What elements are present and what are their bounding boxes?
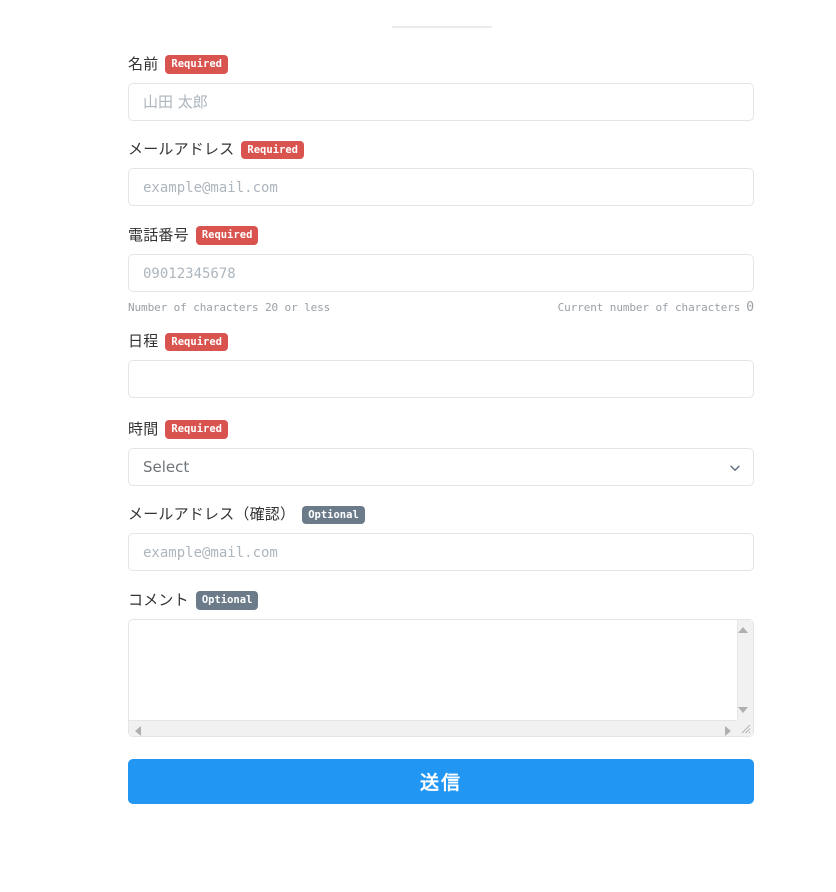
tel-max-length-hint: Number of characters 20 or less xyxy=(128,300,331,314)
field-schedule: 日程 Required xyxy=(128,332,754,398)
field-email: メールアドレス Required xyxy=(128,140,754,206)
email-confirm-input[interactable] xyxy=(128,533,754,571)
time-select[interactable]: Select xyxy=(128,447,754,486)
tel-counter: Current number of characters 0 xyxy=(558,300,754,315)
label-row-email-confirm: メールアドレス（確認） Optional xyxy=(128,505,754,524)
field-label-email: メールアドレス xyxy=(128,140,235,159)
required-badge-schedule: Required xyxy=(165,332,228,351)
contact-form: 名前 Required メールアドレス Required 電話番号 Requir… xyxy=(128,55,754,804)
field-label-tel: 電話番号 xyxy=(128,225,189,244)
field-label-schedule: 日程 xyxy=(128,332,159,351)
form-page: 名前 Required メールアドレス Required 電話番号 Requir… xyxy=(0,0,836,892)
schedule-input[interactable] xyxy=(128,360,754,398)
field-email-confirm: メールアドレス（確認） Optional xyxy=(128,505,754,571)
top-divider xyxy=(392,26,492,28)
required-badge-time: Required xyxy=(165,420,228,439)
tel-counter-value: 0 xyxy=(746,299,754,315)
submit-button[interactable]: 送信 xyxy=(128,758,754,804)
optional-badge-comment: Optional xyxy=(195,591,259,610)
tel-counter-label: Current number of characters xyxy=(557,300,741,314)
label-row-schedule: 日程 Required xyxy=(128,332,754,351)
field-tel: 電話番号 Required Number of characters 20 or… xyxy=(128,226,754,315)
required-badge-email: Required xyxy=(241,140,304,159)
label-row-tel: 電話番号 Required xyxy=(128,226,754,245)
label-row-time: 時間 Required xyxy=(128,420,754,439)
label-row-comment: コメント Optional xyxy=(128,591,754,610)
tel-input[interactable] xyxy=(128,253,754,292)
tel-hint-row: Number of characters 20 or less Current … xyxy=(128,300,754,315)
email-input[interactable] xyxy=(128,168,754,206)
field-label-name: 名前 xyxy=(128,54,159,73)
required-badge-name: Required xyxy=(165,55,228,74)
label-row-name: 名前 Required xyxy=(128,55,754,74)
label-row-email: メールアドレス Required xyxy=(128,140,754,159)
optional-badge-email-confirm: Optional xyxy=(302,505,365,524)
field-comment: コメント Optional xyxy=(128,591,754,737)
name-input[interactable] xyxy=(128,82,754,121)
comment-textarea-wrap xyxy=(128,618,754,737)
comment-textarea[interactable] xyxy=(128,618,754,737)
required-badge-tel: Required xyxy=(195,226,259,245)
field-label-comment: コメント xyxy=(128,590,189,609)
field-label-email-confirm: メールアドレス（確認） xyxy=(128,505,296,524)
time-select-wrap: Select xyxy=(128,447,754,486)
field-name: 名前 Required xyxy=(128,55,754,121)
field-label-time: 時間 xyxy=(128,419,159,438)
field-time: 時間 Required Select xyxy=(128,420,754,486)
